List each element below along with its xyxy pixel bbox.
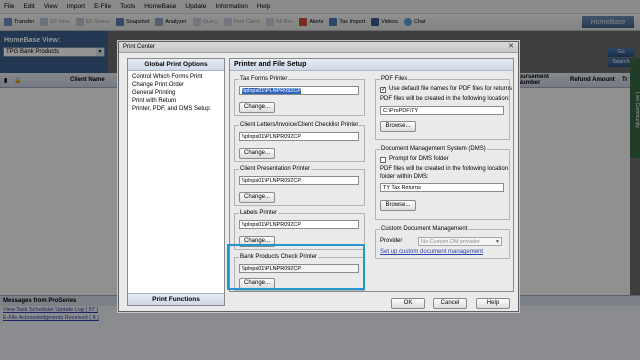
chevron-down-icon: ▼ [495,239,500,245]
labels-printer-group: Labels Printer \\plnps01\PLNPR092CP Chan… [234,210,365,250]
dms-location-label: PDF files will be created in the followi… [380,166,509,172]
client-letters-change-button[interactable]: Change... [239,148,275,159]
nav-header: Global Print Options [128,59,224,71]
bank-products-printer-group: Bank Products Check Printer \\plnps01\PL… [234,254,365,291]
printer-setup-panel: Printer and File Setup Tax Forms Printer… [229,58,514,292]
client-presentation-change-button[interactable]: Change... [239,192,275,203]
panel-title: Printer and File Setup [230,59,513,71]
bank-products-printer-field[interactable]: \\plnps01\PLNPR092CP [239,264,359,273]
setup-custom-dm-link[interactable]: Set up custom document management [380,249,483,255]
nav-item-general-printing[interactable]: General Printing [128,89,224,97]
print-center-dialog: Print Center ✕ Global Print Options Cont… [118,41,519,312]
dms-path-field[interactable]: TY Tax Returns [380,183,504,192]
provider-label: Provider [380,238,403,244]
provider-select[interactable]: No Custom DM provider ▼ [418,237,502,246]
dms-prompt-label: Prompt for DMS folder [389,156,449,162]
pdf-path-field[interactable]: C:\ProPDF\TY [380,106,504,115]
pdf-default-names-checkbox[interactable]: ✓ [380,87,386,93]
nav-item-print-with-return[interactable]: Print with Return [128,97,224,105]
nav-footer[interactable]: Print Functions [128,293,224,305]
nav-item-printer-setup[interactable]: Printer, PDF, and DMS Setup [128,105,224,113]
client-letters-printer-group: Client Letters/Invoice/Client Checklist … [234,122,365,162]
close-icon[interactable]: ✕ [507,43,515,51]
client-presentation-printer-group: Client Presentation Printer \\plnps01\PL… [234,166,365,206]
dialog-titlebar: Print Center ✕ [119,42,518,53]
cancel-button[interactable]: Cancel [433,298,467,309]
dialog-title: Print Center [123,44,156,50]
labels-printer-field[interactable]: \\plnps01\PLNPR092CP [239,220,359,229]
pdf-default-names-label: Use default file names for PDF files for… [389,86,513,92]
help-button[interactable]: Help [476,298,510,309]
labels-change-button[interactable]: Change... [239,236,275,247]
pdf-location-label: PDF files will be created in the followi… [380,96,510,102]
pdf-browse-button[interactable]: Browse... [380,121,416,132]
nav-item-print-order[interactable]: Change Print Order [128,81,224,89]
bank-products-change-button[interactable]: Change... [239,278,275,289]
client-letters-printer-field[interactable]: \\plnps01\PLNPR092CP [239,132,359,141]
pdf-files-group: PDF Files ✓ Use default file names for P… [375,76,513,140]
client-presentation-printer-field[interactable]: \\plnps01\PLNPR092CP [239,176,359,185]
print-options-nav: Global Print Options Control Which Forms… [127,58,225,306]
tax-forms-printer-group: Tax Forms Printer \\plnps01\PLNPR092CP C… [234,76,365,116]
custom-dm-group: Custom Document Management Provider No C… [375,226,510,259]
nav-item-control-forms[interactable]: Control Which Forms Print [128,73,224,81]
ok-button[interactable]: OK [391,298,425,309]
tax-forms-printer-field[interactable]: \\plnps01\PLNPR092CP [239,86,359,95]
dms-location-label-2: folder within DMS: [380,174,429,180]
dms-group: Document Management System (DMS) Prompt … [375,146,510,220]
dms-browse-button[interactable]: Browse... [380,200,416,211]
tax-forms-change-button[interactable]: Change... [239,102,275,113]
dms-prompt-checkbox[interactable] [380,157,386,163]
